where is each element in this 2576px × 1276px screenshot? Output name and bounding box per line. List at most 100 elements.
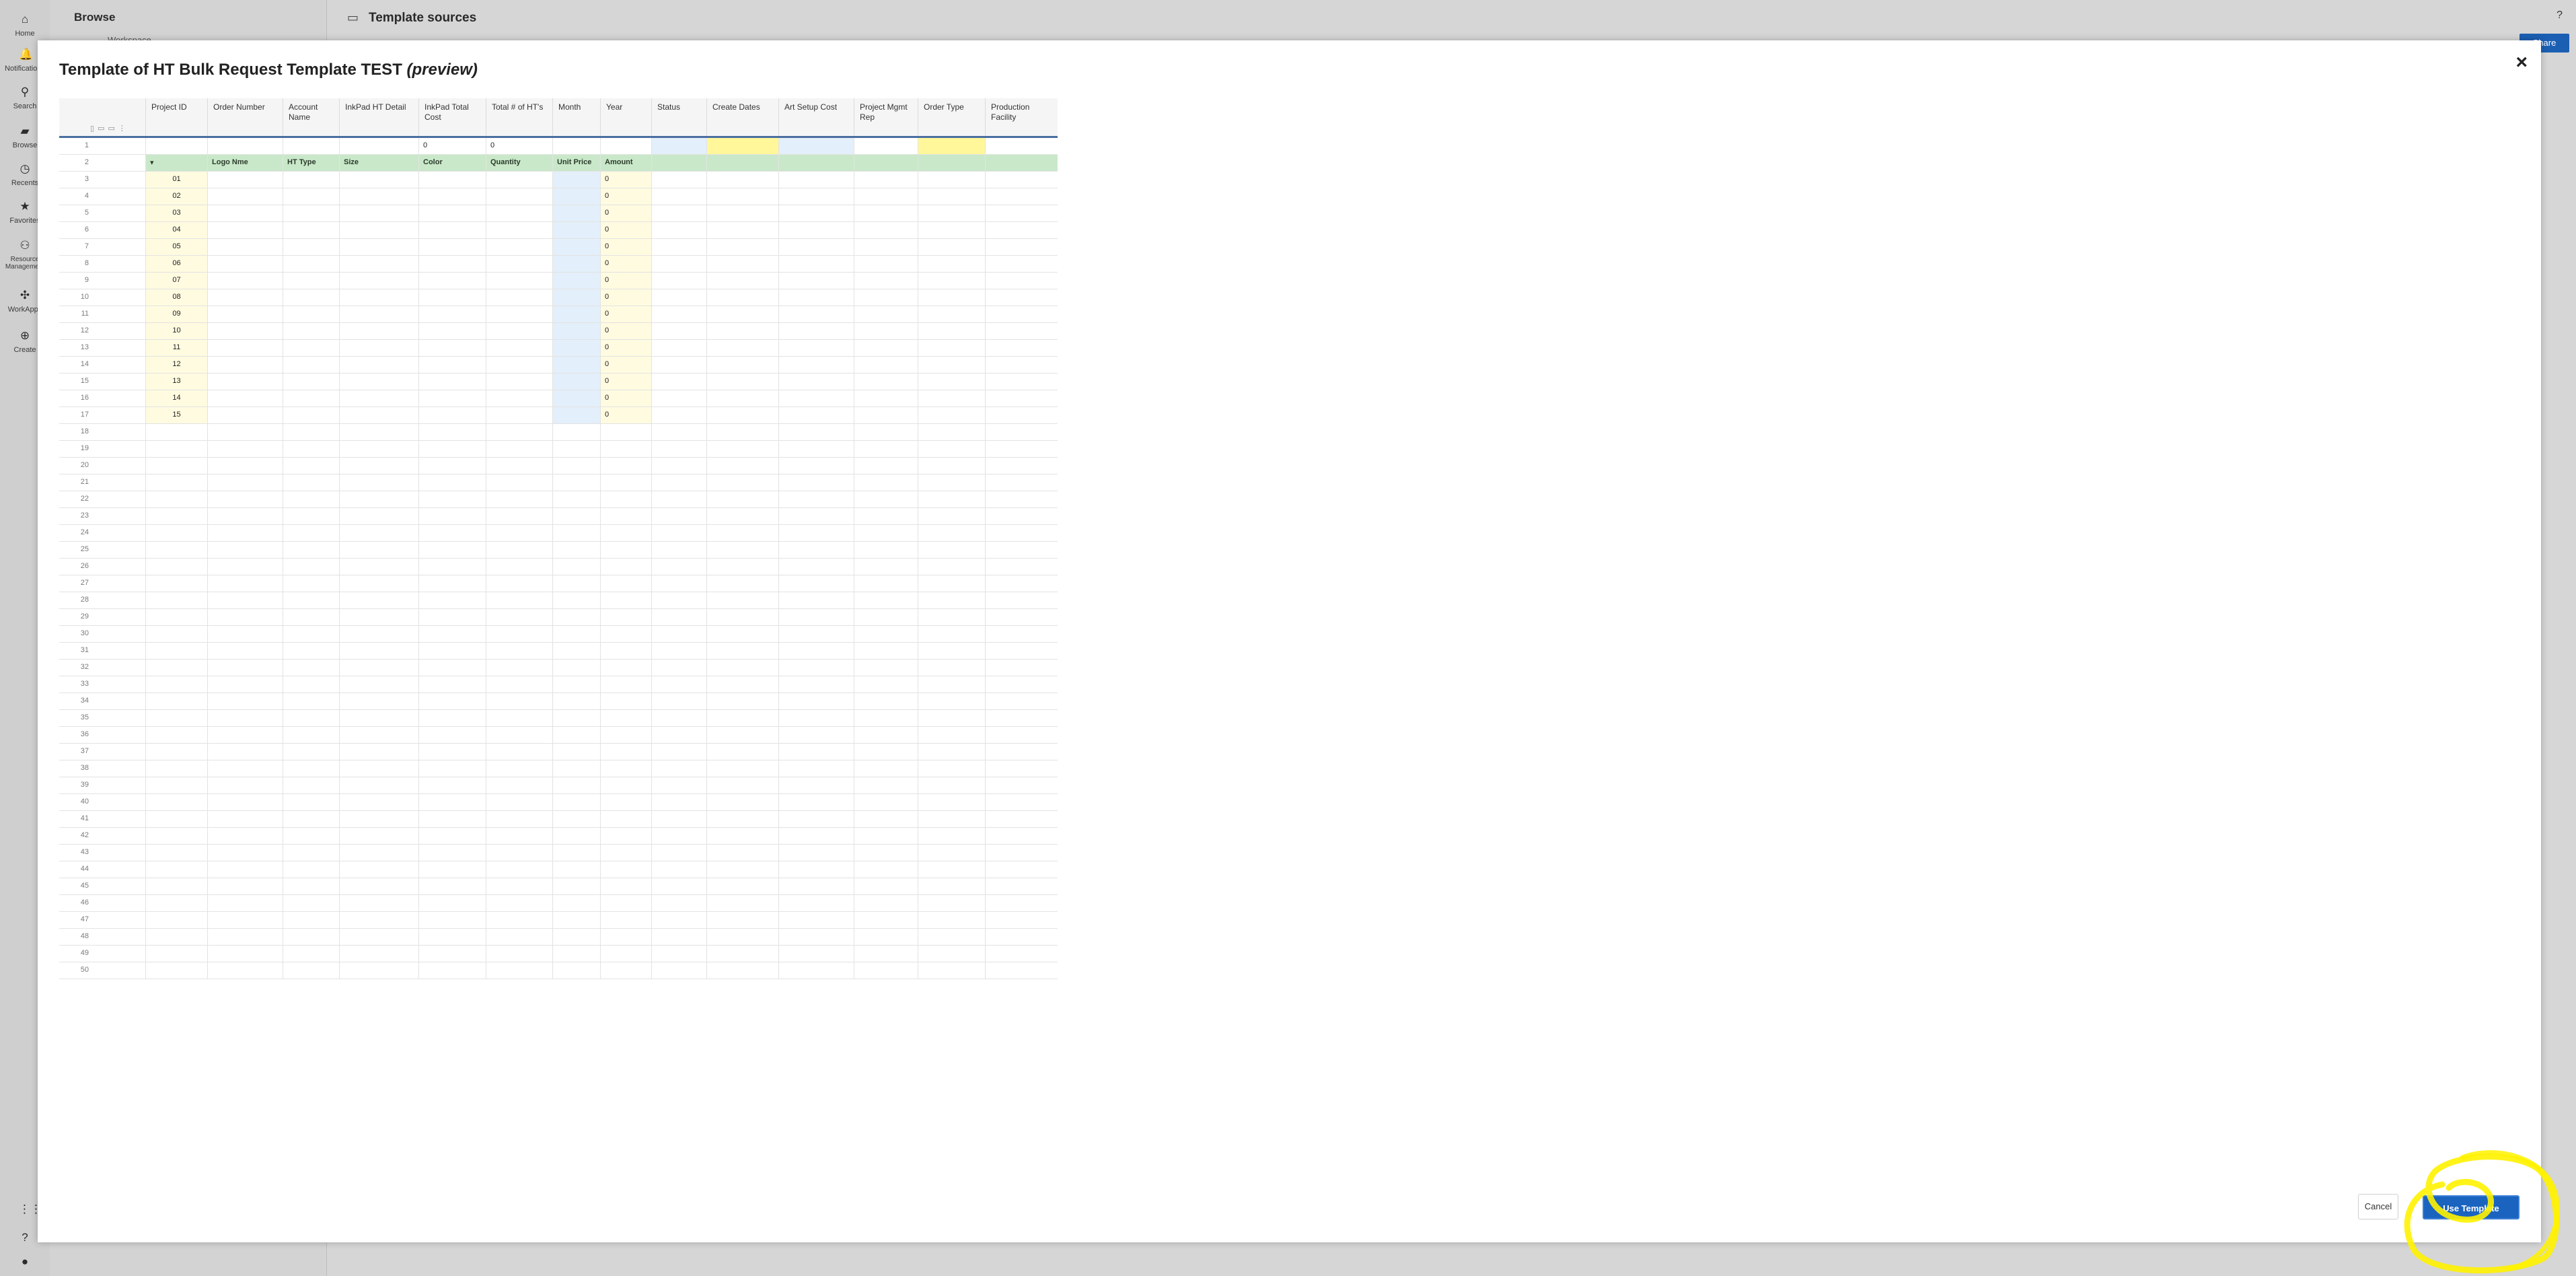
table-cell[interactable]: [706, 390, 778, 406]
table-cell[interactable]: [651, 256, 706, 272]
table-cell[interactable]: [207, 760, 283, 777]
table-cell[interactable]: [486, 222, 552, 238]
table-cell[interactable]: [706, 289, 778, 306]
table-cell[interactable]: [486, 946, 552, 962]
table-cell[interactable]: [985, 710, 1058, 726]
table-cell[interactable]: [145, 660, 207, 676]
table-cell[interactable]: [918, 306, 985, 322]
table-cell[interactable]: [706, 374, 778, 390]
table-cell[interactable]: [207, 172, 283, 188]
table-cell[interactable]: [600, 912, 651, 928]
table-cell[interactable]: [145, 929, 207, 945]
account-icon[interactable]: ●: [0, 1256, 50, 1272]
table-cell[interactable]: [985, 609, 1058, 625]
table-cell[interactable]: [706, 205, 778, 221]
table-cell[interactable]: [207, 861, 283, 878]
table-cell[interactable]: [778, 643, 854, 659]
table-cell[interactable]: [854, 575, 918, 592]
table-cell[interactable]: [778, 525, 854, 541]
table-cell[interactable]: [854, 273, 918, 289]
table-cell[interactable]: [985, 811, 1058, 827]
table-cell[interactable]: [552, 407, 600, 423]
table-cell[interactable]: [552, 357, 600, 373]
table-cell[interactable]: [918, 878, 985, 894]
table-cell[interactable]: [145, 878, 207, 894]
table-cell[interactable]: [207, 592, 283, 608]
table-cell[interactable]: [778, 693, 854, 709]
table-cell[interactable]: [418, 491, 486, 507]
table-cell[interactable]: [145, 424, 207, 440]
table-cell[interactable]: [778, 559, 854, 575]
table-cell[interactable]: [706, 710, 778, 726]
table-cell[interactable]: [985, 138, 1058, 154]
table-cell[interactable]: 0: [600, 222, 651, 238]
table-cell[interactable]: [854, 962, 918, 979]
table-cell[interactable]: [486, 188, 552, 205]
table-cell[interactable]: [651, 542, 706, 558]
table-cell[interactable]: [918, 895, 985, 911]
table-cell[interactable]: [778, 289, 854, 306]
table-cell[interactable]: [600, 811, 651, 827]
table-cell[interactable]: [283, 491, 339, 507]
table-cell[interactable]: [339, 188, 418, 205]
table-cell[interactable]: [145, 458, 207, 474]
table-cell[interactable]: [486, 273, 552, 289]
table-cell[interactable]: [207, 256, 283, 272]
table-cell[interactable]: [778, 407, 854, 423]
table-cell[interactable]: [918, 592, 985, 608]
table-cell[interactable]: [207, 357, 283, 373]
table-cell[interactable]: [651, 491, 706, 507]
table-cell[interactable]: [651, 626, 706, 642]
table-cell[interactable]: [552, 962, 600, 979]
table-cell[interactable]: [854, 811, 918, 827]
table-cell[interactable]: [778, 239, 854, 255]
table-cell[interactable]: [339, 760, 418, 777]
table-cell[interactable]: [339, 559, 418, 575]
table-cell[interactable]: [854, 912, 918, 928]
table-cell[interactable]: [552, 508, 600, 524]
table-cell[interactable]: [145, 575, 207, 592]
table-cell[interactable]: [706, 946, 778, 962]
table-cell[interactable]: [706, 407, 778, 423]
table-cell[interactable]: [600, 458, 651, 474]
table-cell[interactable]: [854, 676, 918, 693]
table-cell[interactable]: [918, 323, 985, 339]
table-cell[interactable]: [651, 374, 706, 390]
table-cell[interactable]: [283, 592, 339, 608]
table-cell[interactable]: [339, 710, 418, 726]
table-cell[interactable]: [418, 508, 486, 524]
table-cell[interactable]: [418, 407, 486, 423]
table-cell[interactable]: [600, 929, 651, 945]
table-cell[interactable]: [418, 575, 486, 592]
table-cell[interactable]: [552, 575, 600, 592]
table-cell[interactable]: [600, 643, 651, 659]
table-cell[interactable]: [486, 811, 552, 827]
table-cell[interactable]: [985, 239, 1058, 255]
table-cell[interactable]: [651, 205, 706, 221]
table-cell[interactable]: 04: [145, 222, 207, 238]
table-cell[interactable]: [706, 777, 778, 793]
table-cell[interactable]: [985, 458, 1058, 474]
table-cell[interactable]: [486, 508, 552, 524]
table-cell[interactable]: [985, 407, 1058, 423]
table-cell[interactable]: [486, 323, 552, 339]
table-cell[interactable]: [207, 693, 283, 709]
table-cell[interactable]: [339, 474, 418, 491]
table-cell[interactable]: [600, 710, 651, 726]
table-cell[interactable]: [283, 609, 339, 625]
table-cell[interactable]: [207, 626, 283, 642]
table-cell[interactable]: [207, 424, 283, 440]
table-cell[interactable]: 0: [600, 323, 651, 339]
table-cell[interactable]: [706, 188, 778, 205]
table-cell[interactable]: [985, 172, 1058, 188]
table-cell[interactable]: [552, 845, 600, 861]
table-cell[interactable]: [552, 878, 600, 894]
table-cell[interactable]: [552, 188, 600, 205]
table-cell[interactable]: [985, 340, 1058, 356]
table-cell[interactable]: [145, 559, 207, 575]
table-cell[interactable]: HT Type: [283, 155, 339, 171]
table-cell[interactable]: [486, 390, 552, 406]
table-cell[interactable]: [854, 172, 918, 188]
table-cell[interactable]: [283, 172, 339, 188]
table-cell[interactable]: [207, 575, 283, 592]
